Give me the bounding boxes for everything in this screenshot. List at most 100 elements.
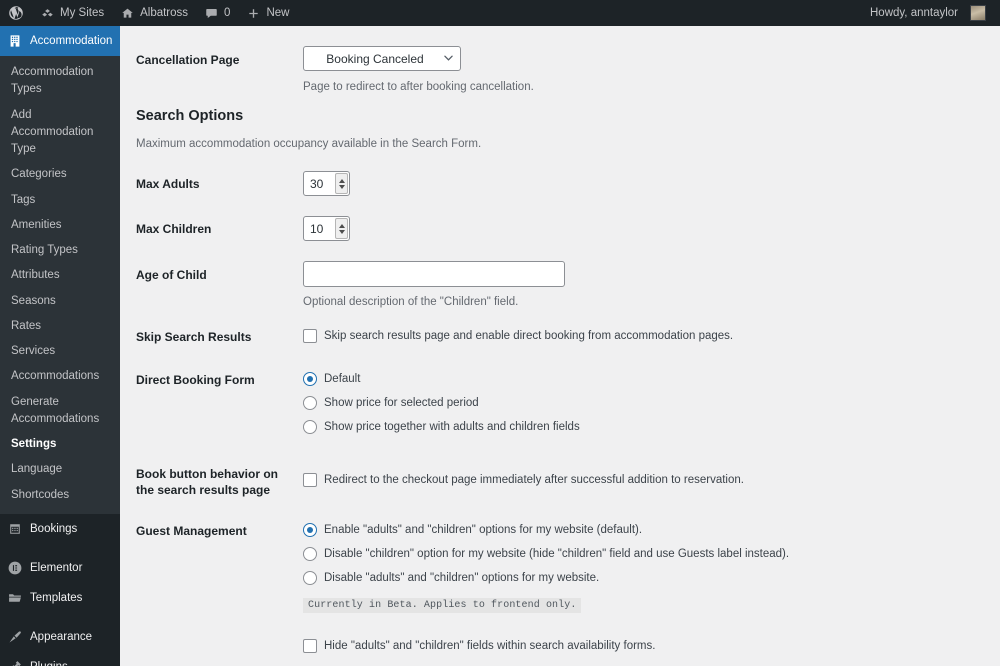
- menu-separator: [0, 613, 120, 622]
- sidebar-item-label: Appearance: [30, 630, 93, 643]
- admin-bar-label: Albatross: [140, 7, 189, 19]
- option-label: Show price for selected period: [324, 397, 479, 409]
- option-label: Disable "children" option for my website…: [324, 548, 790, 560]
- max-adults-spinner[interactable]: [335, 173, 348, 194]
- age-of-child-description: Optional description of the "Children" f…: [303, 296, 519, 308]
- max-adults-label: Max Adults: [136, 177, 200, 191]
- radio-unchecked-icon[interactable]: [303, 547, 317, 561]
- sidebar-item-plugins[interactable]: Plugins: [0, 652, 120, 666]
- radio-unchecked-icon[interactable]: [303, 396, 317, 410]
- admin-bar-right: Howdy, anntaylor: [862, 0, 1000, 26]
- direct-booking-option-price-with-guests[interactable]: Show price together with adults and chil…: [303, 420, 580, 435]
- age-of-child-input[interactable]: [303, 261, 565, 287]
- admin-bar-item-my-account[interactable]: Howdy, anntaylor: [862, 0, 994, 26]
- menu-separator: [0, 544, 120, 553]
- main-content: Cancellation Page Booking Canceled Page …: [120, 26, 1000, 666]
- radio-unchecked-icon[interactable]: [303, 571, 317, 585]
- submenu-item-amenities[interactable]: Amenities: [0, 213, 120, 238]
- paintbrush-icon: [9, 631, 21, 643]
- cancellation-page-select[interactable]: Booking Canceled: [303, 46, 461, 71]
- direct-booking-option-price-period[interactable]: Show price for selected period: [303, 396, 580, 411]
- book-button-behavior-option[interactable]: Redirect to the checkout page immediatel…: [303, 473, 744, 488]
- checkbox-unchecked-icon[interactable]: [303, 639, 317, 653]
- elementor-icon: [8, 561, 22, 575]
- guest-management-hide-fields-option[interactable]: Hide "adults" and "children" fields with…: [303, 639, 789, 654]
- sidebar-item-appearance[interactable]: Appearance: [0, 622, 120, 652]
- submenu-item-rates[interactable]: Rates: [0, 314, 120, 339]
- submenu-item-settings[interactable]: Settings: [0, 432, 120, 457]
- admin-bar-label: My Sites: [60, 7, 105, 19]
- sidebar-item-label: Plugins: [30, 660, 68, 666]
- option-label: Hide "adults" and "children" fields with…: [324, 640, 656, 652]
- spinner-down-icon[interactable]: [338, 184, 345, 189]
- wp-logo-menu[interactable]: [0, 0, 32, 26]
- sidebar-item-label: Accommodation: [30, 34, 113, 47]
- multisite-icon: [42, 8, 53, 16]
- howdy-label: Howdy, anntaylor: [870, 7, 958, 19]
- submenu-item-accommodations[interactable]: Accommodations: [0, 364, 120, 389]
- skip-search-results-label: Skip Search Results: [136, 330, 252, 344]
- spinner-up-icon[interactable]: [338, 223, 345, 228]
- option-label: Redirect to the checkout page immediatel…: [324, 474, 744, 486]
- max-children-label: Max Children: [136, 222, 212, 236]
- submenu-item-attributes[interactable]: Attributes: [0, 263, 120, 288]
- option-label: Disable "adults" and "children" options …: [324, 572, 600, 584]
- option-label: Enable "adults" and "children" options f…: [324, 524, 643, 536]
- spinner-up-icon[interactable]: [338, 178, 345, 183]
- direct-booking-option-default[interactable]: Default: [303, 372, 580, 387]
- submenu-item-language[interactable]: Language: [0, 457, 120, 482]
- submenu-item-generate-accommodations[interactable]: Generate Accommodations: [0, 390, 120, 433]
- sidebar-item-accommodation[interactable]: Accommodation: [0, 26, 120, 56]
- plug-icon: [12, 660, 21, 666]
- submenu-item-tags[interactable]: Tags: [0, 188, 120, 213]
- skip-search-results-option[interactable]: Skip search results page and enable dire…: [303, 329, 733, 344]
- radio-unchecked-icon[interactable]: [303, 420, 317, 434]
- checkbox-unchecked-icon[interactable]: [303, 329, 317, 343]
- submenu-item-seasons[interactable]: Seasons: [0, 289, 120, 314]
- cancellation-page-description: Page to redirect to after booking cancel…: [303, 81, 534, 93]
- submenu-item-shortcodes[interactable]: Shortcodes: [0, 483, 120, 508]
- submenu-item-categories[interactable]: Categories: [0, 162, 120, 187]
- sidebar-item-elementor[interactable]: Elementor: [0, 553, 120, 583]
- guest-management-option-disable-children[interactable]: Disable "children" option for my website…: [303, 547, 789, 562]
- guest-management-option-disable-both[interactable]: Disable "adults" and "children" options …: [303, 571, 789, 586]
- sidebar-item-bookings[interactable]: Bookings: [0, 514, 120, 544]
- submenu-item-rating-types[interactable]: Rating Types: [0, 238, 120, 263]
- plus-icon: [249, 8, 259, 18]
- max-adults-stepper[interactable]: [303, 171, 350, 196]
- admin-sidebar-menu: Accommodation Accommodation Types Add Ac…: [0, 26, 120, 666]
- admin-bar-item-site-name[interactable]: Albatross: [112, 0, 196, 26]
- building-icon: [10, 35, 20, 47]
- cancellation-page-select-wrap: Booking Canceled: [303, 46, 461, 71]
- checkbox-unchecked-icon[interactable]: [303, 473, 317, 487]
- search-options-intro: Maximum accommodation occupancy availabl…: [136, 138, 482, 150]
- calendar-icon: [10, 523, 20, 534]
- accommodation-submenu: Accommodation Types Add Accommodation Ty…: [0, 56, 120, 514]
- submenu-item-add-accommodation-type[interactable]: Add Accommodation Type: [0, 103, 120, 163]
- submenu-item-services[interactable]: Services: [0, 339, 120, 364]
- admin-bar-item-new[interactable]: New: [238, 0, 297, 26]
- admin-bar-item-comments[interactable]: 0: [196, 0, 238, 26]
- beta-note: Currently in Beta. Applies to frontend o…: [303, 598, 582, 613]
- cancellation-page-label: Cancellation Page: [136, 53, 240, 67]
- max-children-stepper[interactable]: [303, 216, 350, 241]
- avatar: [970, 5, 986, 21]
- max-children-spinner[interactable]: [335, 218, 348, 239]
- home-icon: [122, 8, 133, 18]
- guest-management-option-enable[interactable]: Enable "adults" and "children" options f…: [303, 523, 789, 538]
- comment-count: 0: [224, 7, 231, 19]
- sidebar-item-label: Bookings: [30, 522, 78, 535]
- admin-bar-label: New: [266, 7, 290, 19]
- spinner-down-icon[interactable]: [338, 229, 345, 234]
- radio-checked-icon[interactable]: [303, 523, 317, 537]
- direct-booking-form-label: Direct Booking Form: [136, 373, 255, 387]
- book-button-behavior-label: Book button behavior on the search resul…: [136, 467, 278, 498]
- submenu-item-accommodation-types[interactable]: Accommodation Types: [0, 60, 120, 103]
- sidebar-item-templates[interactable]: Templates: [0, 583, 120, 613]
- admin-bar-item-my-sites[interactable]: My Sites: [32, 0, 112, 26]
- wordpress-logo-icon: [9, 6, 23, 20]
- option-label: Default: [324, 373, 361, 385]
- folder-icon: [9, 593, 21, 602]
- search-options-heading: Search Options: [136, 108, 244, 124]
- radio-checked-icon[interactable]: [303, 372, 317, 386]
